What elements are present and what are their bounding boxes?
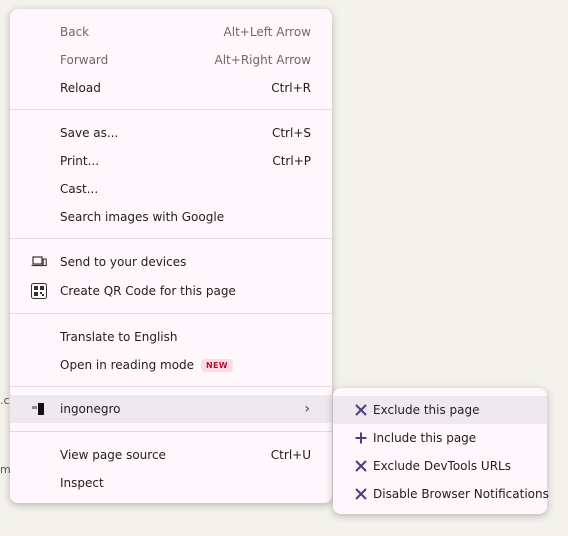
menu-item-qr-code[interactable]: Create QR Code for this page <box>10 277 332 305</box>
x-icon <box>355 404 367 416</box>
menu-item-shortcut: Alt+Left Arrow <box>223 25 311 39</box>
menu-item-search-images[interactable]: Search images with Google <box>10 203 332 231</box>
new-badge: NEW <box>201 358 233 372</box>
submenu-item-label: Exclude DevTools URLs <box>373 459 511 473</box>
menu-separator <box>10 386 332 387</box>
menu-separator <box>10 313 332 314</box>
submenu-item-disable-notifications[interactable]: Disable Browser Notifications <box>333 480 549 508</box>
plus-icon <box>355 432 367 444</box>
menu-separator <box>10 431 332 432</box>
menu-item-label: Search images with Google <box>60 210 225 224</box>
menu-separator <box>10 109 332 110</box>
menu-item-label: View page source <box>60 448 166 462</box>
menu-item-back[interactable]: Back Alt+Left Arrow <box>10 18 332 46</box>
menu-item-label: Open in reading mode <box>60 358 195 372</box>
menu-item-label: Forward <box>60 53 109 67</box>
menu-item-label: Inspect <box>60 476 104 490</box>
extension-submenu: Exclude this page Include this page Excl… <box>333 388 549 514</box>
menu-item-shortcut: Ctrl+R <box>271 81 311 95</box>
menu-item-label: Back <box>60 25 90 39</box>
qr-code-icon <box>30 282 48 300</box>
menu-item-label: Print... <box>60 154 100 168</box>
menu-item-inspect[interactable]: Inspect <box>10 469 332 497</box>
menu-item-label: Send to your devices <box>60 255 187 269</box>
menu-item-save-as[interactable]: Save as... Ctrl+S <box>10 119 332 147</box>
menu-item-print[interactable]: Print... Ctrl+P <box>10 147 332 175</box>
submenu-item-exclude-page[interactable]: Exclude this page <box>333 396 547 424</box>
menu-item-shortcut: Ctrl+U <box>270 448 311 462</box>
submenu-item-label: Include this page <box>373 431 477 445</box>
menu-item-view-source[interactable]: View page source Ctrl+U <box>10 441 332 469</box>
submenu-item-label: Exclude this page <box>373 403 480 417</box>
menu-item-label: Translate to English <box>60 330 178 344</box>
menu-item-shortcut: Ctrl+P <box>272 154 311 168</box>
devices-icon <box>30 253 48 271</box>
menu-item-translate[interactable]: Translate to English <box>10 323 332 351</box>
menu-separator <box>10 238 332 239</box>
x-icon <box>355 488 367 500</box>
menu-item-reload[interactable]: Reload Ctrl+R <box>10 74 332 102</box>
menu-item-label: Create QR Code for this page <box>60 284 236 298</box>
menu-item-cast[interactable]: Cast... <box>10 175 332 203</box>
submenu-item-include-page[interactable]: Include this page <box>333 424 547 452</box>
menu-item-send-to-devices[interactable]: Send to your devices <box>10 248 332 276</box>
menu-item-label: Reload <box>60 81 101 95</box>
submenu-item-label: Disable Browser Notifications <box>373 487 549 501</box>
menu-item-label: Save as... <box>60 126 119 140</box>
menu-item-reading-mode[interactable]: Open in reading mode NEW <box>10 351 332 379</box>
menu-item-label: ingonegro <box>60 402 121 416</box>
menu-item-shortcut: Ctrl+S <box>271 126 311 140</box>
context-menu: Back Alt+Left Arrow Forward Alt+Right Ar… <box>10 9 332 503</box>
menu-item-shortcut: Alt+Right Arrow <box>214 53 311 67</box>
menu-item-forward[interactable]: Forward Alt+Right Arrow <box>10 46 332 74</box>
background-text-fragment: .c <box>0 394 10 407</box>
menu-item-extension-ingonegro[interactable]: ingonegro › <box>10 395 332 423</box>
chevron-right-icon: › <box>304 401 310 417</box>
extension-icon <box>30 400 48 418</box>
menu-item-label: Cast... <box>60 182 99 196</box>
x-icon <box>355 460 367 472</box>
submenu-item-exclude-devtools[interactable]: Exclude DevTools URLs <box>333 452 547 480</box>
